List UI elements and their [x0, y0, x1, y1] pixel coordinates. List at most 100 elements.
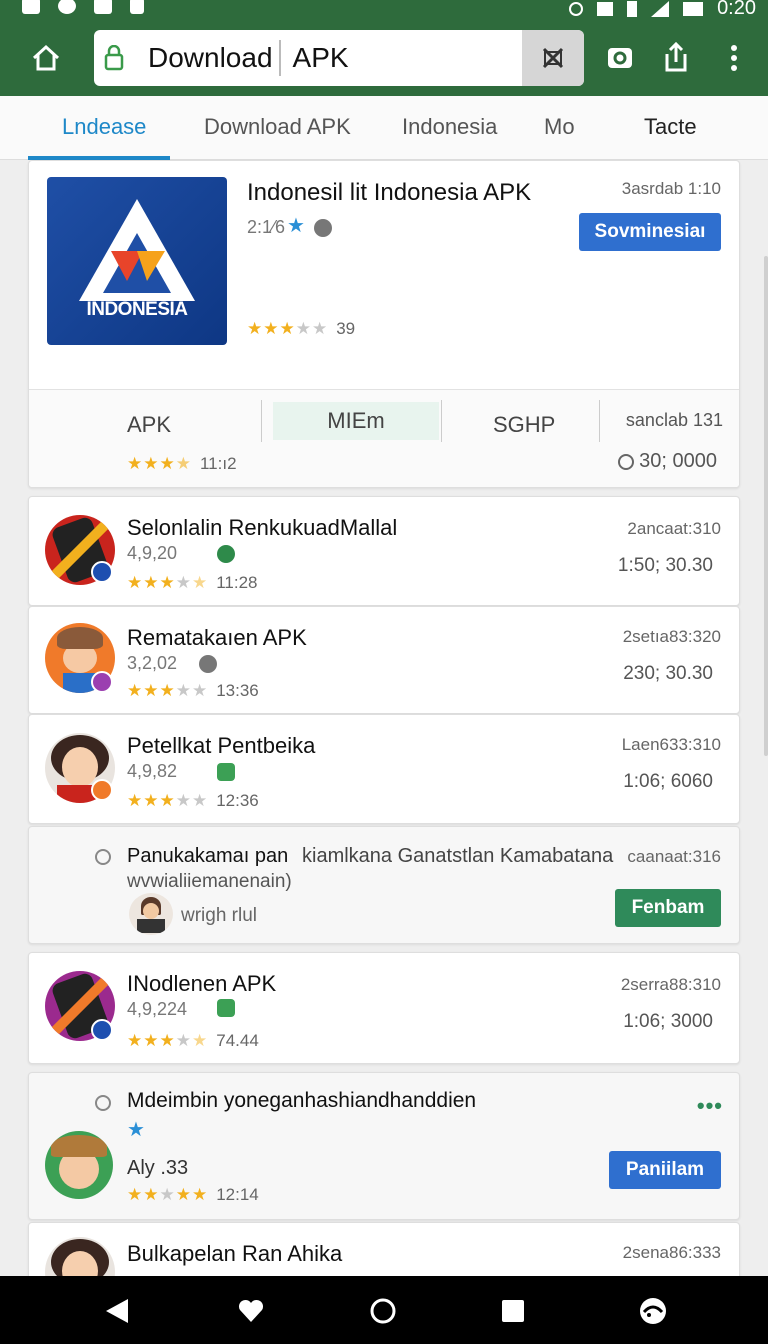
tab-indonesia[interactable]: Indonesia — [402, 114, 497, 140]
list-item[interactable]: INodlenen APK 4,9,224 ★★★★★ 74.44 2serra8… — [28, 952, 740, 1064]
message-icon — [58, 0, 76, 14]
clear-url-button[interactable] — [522, 30, 584, 86]
info-icon — [314, 219, 332, 237]
tab-tacte[interactable]: Tacte — [644, 114, 697, 140]
promo-date: caanaat:316 — [627, 847, 721, 866]
badge-icon — [91, 779, 113, 801]
promo-title: Panukakamaı pan — [127, 845, 289, 867]
alarm-icon — [569, 1, 584, 16]
scrollbar[interactable] — [764, 256, 768, 756]
assistant-icon — [640, 1298, 666, 1324]
verified-badge-icon — [91, 561, 113, 583]
tab-mo[interactable]: Mo — [544, 114, 575, 140]
sub-tab-apk[interactable]: APK — [127, 412, 171, 438]
update-icon — [217, 999, 235, 1017]
signal-bars-icon — [130, 0, 144, 14]
verified-icon — [217, 545, 235, 563]
app-title: Petellkat Pentbeika — [127, 733, 316, 758]
url-text-secondary: APK — [292, 42, 349, 73]
category-tabs: Lndease Download APK Indonesia Mo Tacte — [0, 96, 768, 160]
back-icon — [106, 1299, 128, 1323]
promo2-meta: Aly .33 — [127, 1157, 189, 1179]
app-meta: 4,9,82 — [127, 761, 178, 781]
share-button[interactable] — [648, 30, 704, 86]
battery-icon — [683, 1, 704, 16]
assistant-button[interactable] — [638, 1296, 668, 1326]
clock: 0:20 — [717, 0, 756, 19]
featured-sub-panel: APK MIEm SGHP sanclab 131 ★★★★ 11:ı2 30; … — [29, 389, 739, 487]
app-logo-text: INDONESIA — [86, 299, 188, 320]
promo-subtitle: wvwialiiemanenain) — [127, 871, 292, 892]
app-rating: ★★★★★ 12:36 — [127, 791, 259, 810]
tab-switcher-icon — [608, 48, 632, 68]
update-icon — [217, 763, 235, 781]
app-logo: INDONESIA — [47, 177, 227, 345]
app-title: INodlenen APK — [127, 971, 277, 996]
clock-icon — [618, 454, 634, 470]
featured-app-meta: 2:1⁄6 — [247, 217, 286, 237]
tab-lndease[interactable]: Lndease — [62, 114, 146, 140]
home-nav-button[interactable] — [368, 1296, 398, 1326]
overflow-menu-button[interactable] — [706, 30, 762, 86]
info-icon — [199, 655, 217, 673]
user-avatar — [129, 893, 173, 935]
sub-tab-sghp[interactable]: SGHP — [493, 412, 555, 438]
clock-icon — [95, 1095, 111, 1111]
app-meta: 4,9,224 — [127, 999, 188, 1019]
app-title: Rematakaıen APK — [127, 625, 307, 650]
app-rating: ★★★★★ 13:36 — [127, 681, 259, 700]
featured-app-date: 3asrdab 1:10 — [621, 179, 721, 198]
list-item[interactable]: Selonlalin RenkukuadMallal 4,9,20 ★★★★★ 1… — [28, 496, 740, 606]
promo-title-rest: kiamlkana Ganatstlan Kamabatana — [302, 845, 614, 867]
status-bar: 0:20 — [0, 0, 768, 20]
sub-panel-date: sanclab 131 — [625, 410, 723, 430]
promo-action-button[interactable]: Fenbam — [615, 889, 721, 927]
browser-toolbar: 0:20 Download APK — [0, 0, 768, 96]
promo2-action-button[interactable]: Paniilam — [609, 1151, 721, 1189]
tab-download-apk[interactable]: Download APK — [204, 114, 351, 140]
system-nav-bar — [0, 1276, 768, 1344]
sub-panel-count: 30; 0000 — [639, 450, 717, 472]
close-icon — [542, 47, 564, 69]
app-title: Bulkapelan Ran Ahika — [127, 1241, 343, 1266]
more-horiz-icon[interactable]: ••• — [697, 1093, 723, 1119]
home-button[interactable] — [16, 28, 76, 88]
back-button[interactable] — [102, 1296, 132, 1326]
app-rating: ★★★★★ 11:28 — [127, 573, 258, 592]
recents-button[interactable] — [498, 1296, 528, 1326]
promo-card[interactable]: Panukakamaı pan kiamlkana Ganatstlan Kam… — [28, 826, 740, 944]
promo2-rating: ★★★★★ 12:14 — [127, 1185, 259, 1204]
featured-app-card[interactable]: INDONESIA Indonesil lit Indonesia APK 2:… — [28, 160, 740, 488]
app-date: 2setıa83:320 — [622, 627, 721, 646]
sub-divider — [261, 400, 262, 442]
lock-icon — [94, 30, 134, 86]
list-item[interactable]: Petellkat Pentbeika 4,9,82 ★★★★★ 12:36 La… — [28, 714, 740, 824]
sub-divider — [599, 400, 600, 442]
heart-icon — [238, 1299, 264, 1322]
app-meta: 3,2,02 — [127, 653, 178, 673]
promo2-title: Mdeimbin yoneganhashiandhanddien — [127, 1089, 477, 1112]
url-bar[interactable]: Download APK — [94, 30, 584, 86]
list-item[interactable]: Bulkapelan Ran Ahika 2sena86:333 — [28, 1222, 740, 1282]
more-vert-icon — [731, 45, 737, 71]
verified-badge-icon — [91, 1019, 113, 1041]
user-avatar — [45, 1131, 113, 1199]
app-date: 2sena86:333 — [622, 1243, 721, 1262]
favorite-button[interactable] — [236, 1296, 266, 1326]
square-icon — [502, 1300, 524, 1322]
featured-install-button[interactable]: Sovminesiaı — [579, 213, 721, 251]
url-text-primary: Download — [148, 42, 273, 73]
sub-divider — [441, 400, 442, 442]
promo-card[interactable]: Mdeimbin yoneganhashiandhanddien ••• ★ A… — [28, 1072, 740, 1220]
app-date: Laen633:310 — [621, 735, 721, 754]
cell-signal-icon — [651, 0, 670, 17]
star-icon: ★ — [127, 1119, 145, 1141]
list-item[interactable]: Rematakaıen APK 3,2,02 ★★★★★ 13:36 2setıa… — [28, 606, 740, 714]
tabs-button[interactable] — [592, 30, 648, 86]
sub-tab-miem[interactable]: MIEm — [273, 402, 439, 440]
app-title: Selonlalin RenkukuadMallal — [127, 515, 398, 540]
app-rating: ★★★★★ 74.44 — [127, 1031, 259, 1050]
url-divider — [278, 40, 281, 76]
download-icon — [94, 0, 112, 14]
notification-icon — [22, 0, 40, 14]
